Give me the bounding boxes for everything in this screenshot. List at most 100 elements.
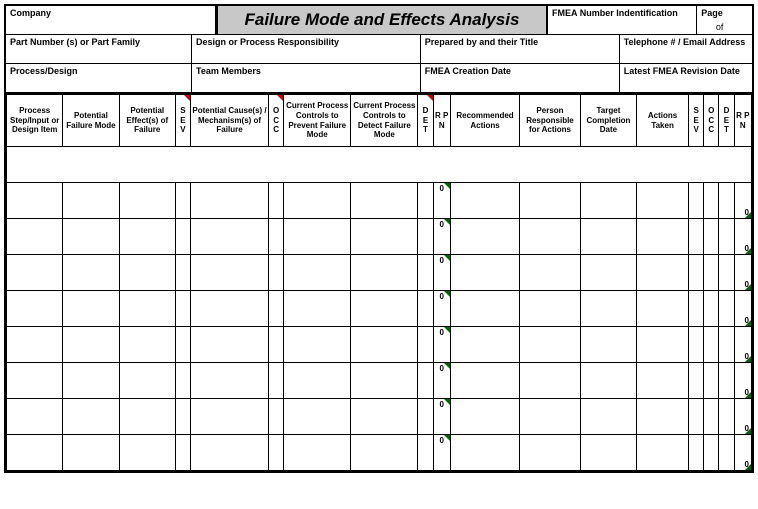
cell[interactable] (520, 399, 581, 435)
cell[interactable] (719, 399, 734, 435)
cell[interactable] (175, 219, 190, 255)
cell[interactable] (719, 255, 734, 291)
cell[interactable] (689, 399, 704, 435)
cell[interactable] (637, 291, 689, 327)
cell[interactable] (284, 183, 351, 219)
cell[interactable] (704, 435, 719, 471)
cell[interactable] (175, 327, 190, 363)
cell[interactable] (351, 291, 418, 327)
cell[interactable] (119, 399, 175, 435)
cell[interactable] (520, 435, 581, 471)
cell[interactable]: 0 (734, 363, 751, 399)
table-row[interactable]: 00 (7, 291, 752, 327)
cell[interactable] (719, 363, 734, 399)
cell[interactable] (191, 183, 269, 219)
table-row[interactable]: 00 (7, 183, 752, 219)
table-row[interactable]: 00 (7, 363, 752, 399)
cell[interactable] (637, 183, 689, 219)
cell[interactable]: 0 (433, 435, 450, 471)
cell[interactable] (351, 435, 418, 471)
cell[interactable] (418, 291, 433, 327)
cell[interactable] (63, 291, 119, 327)
cell[interactable] (520, 291, 581, 327)
cell[interactable] (418, 219, 433, 255)
cell[interactable] (418, 183, 433, 219)
cell[interactable] (119, 327, 175, 363)
cell[interactable] (637, 255, 689, 291)
cell[interactable] (719, 291, 734, 327)
cell[interactable]: 0 (734, 399, 751, 435)
cell[interactable]: 0 (433, 183, 450, 219)
cell[interactable] (689, 255, 704, 291)
cell[interactable] (7, 435, 63, 471)
cell[interactable] (580, 363, 636, 399)
cell[interactable] (450, 363, 519, 399)
cell[interactable] (119, 435, 175, 471)
cell[interactable] (418, 435, 433, 471)
cell[interactable] (119, 183, 175, 219)
cell[interactable] (689, 327, 704, 363)
cell[interactable] (418, 399, 433, 435)
cell[interactable] (689, 291, 704, 327)
cell[interactable] (637, 363, 689, 399)
cell[interactable] (63, 183, 119, 219)
cell[interactable] (351, 327, 418, 363)
cell[interactable] (418, 363, 433, 399)
cell[interactable] (520, 255, 581, 291)
cell[interactable]: 0 (734, 435, 751, 471)
cell[interactable] (689, 219, 704, 255)
cell[interactable] (580, 219, 636, 255)
cell[interactable] (63, 435, 119, 471)
cell[interactable] (704, 291, 719, 327)
cell[interactable] (191, 327, 269, 363)
cell[interactable] (520, 327, 581, 363)
cell[interactable] (269, 255, 284, 291)
cell[interactable] (269, 219, 284, 255)
cell[interactable] (580, 435, 636, 471)
cell[interactable] (191, 363, 269, 399)
cell[interactable] (7, 219, 63, 255)
cell[interactable] (351, 255, 418, 291)
table-row[interactable]: 00 (7, 435, 752, 471)
cell[interactable] (450, 219, 519, 255)
cell[interactable]: 0 (433, 363, 450, 399)
cell[interactable] (175, 399, 190, 435)
cell[interactable] (191, 219, 269, 255)
cell[interactable] (7, 291, 63, 327)
cell[interactable] (580, 183, 636, 219)
cell[interactable]: 0 (433, 291, 450, 327)
cell[interactable] (191, 291, 269, 327)
cell[interactable] (450, 255, 519, 291)
cell[interactable] (191, 435, 269, 471)
cell[interactable]: 0 (734, 291, 751, 327)
cell[interactable] (63, 219, 119, 255)
cell[interactable] (7, 399, 63, 435)
cell[interactable]: 0 (433, 255, 450, 291)
cell[interactable] (719, 327, 734, 363)
cell[interactable] (284, 219, 351, 255)
cell[interactable] (450, 327, 519, 363)
cell[interactable] (580, 327, 636, 363)
cell[interactable] (520, 363, 581, 399)
cell[interactable] (704, 363, 719, 399)
cell[interactable] (63, 399, 119, 435)
cell[interactable] (175, 435, 190, 471)
cell[interactable] (7, 183, 63, 219)
cell[interactable] (520, 219, 581, 255)
table-row[interactable]: 00 (7, 255, 752, 291)
cell[interactable]: 0 (734, 255, 751, 291)
cell[interactable] (284, 363, 351, 399)
cell[interactable] (418, 255, 433, 291)
cell[interactable] (689, 435, 704, 471)
cell[interactable] (7, 255, 63, 291)
cell[interactable] (719, 219, 734, 255)
cell[interactable] (580, 291, 636, 327)
cell[interactable] (63, 327, 119, 363)
cell[interactable] (119, 255, 175, 291)
cell[interactable] (704, 219, 719, 255)
cell[interactable]: 0 (734, 327, 751, 363)
cell[interactable] (269, 399, 284, 435)
cell[interactable] (704, 399, 719, 435)
cell[interactable] (580, 255, 636, 291)
cell[interactable] (119, 363, 175, 399)
